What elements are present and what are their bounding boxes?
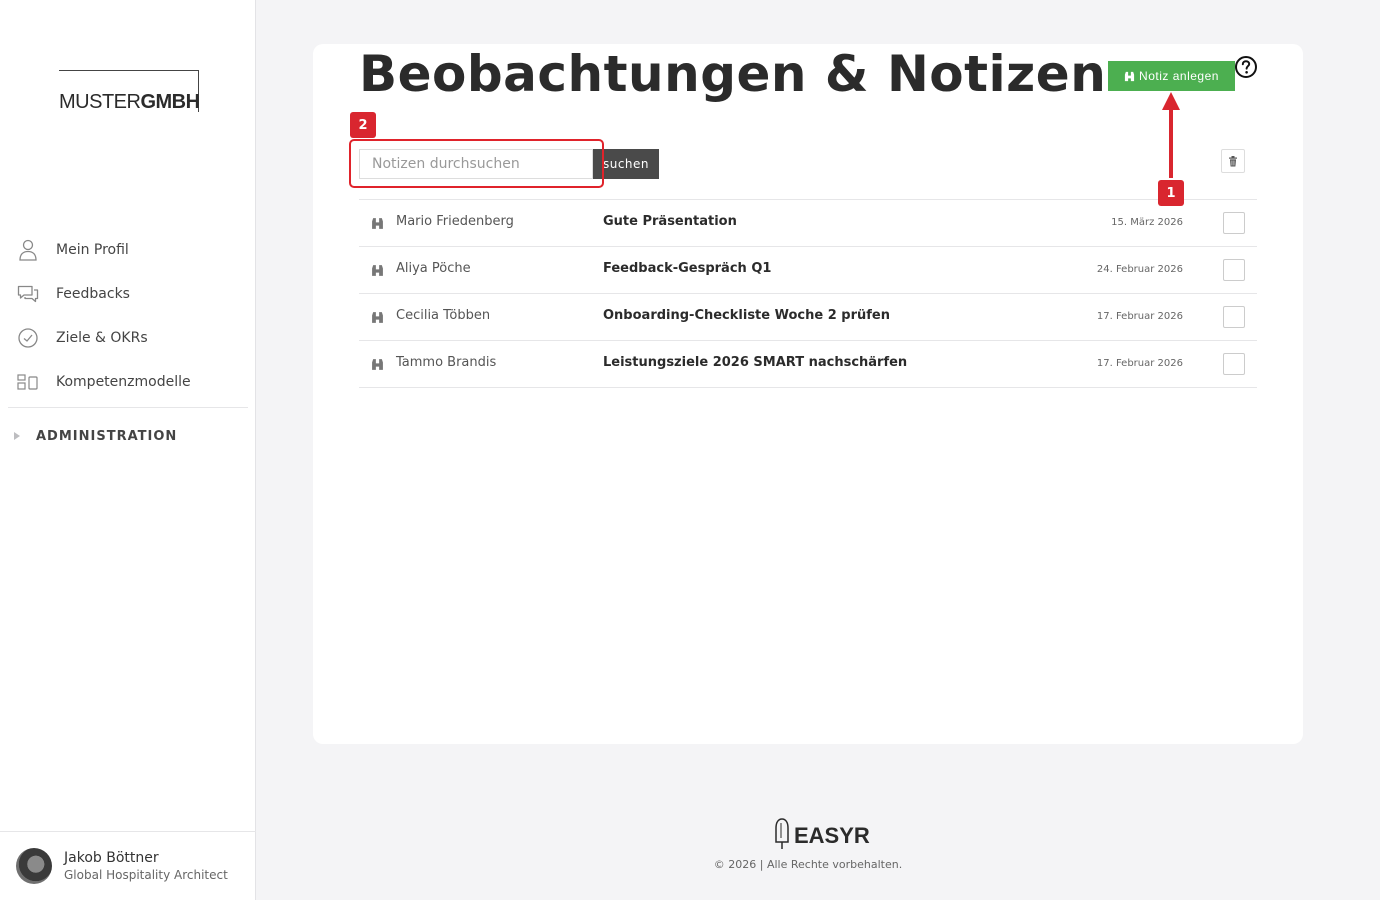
sidebar-item-mein-profil[interactable]: Mein Profil: [0, 228, 256, 272]
binoculars-icon: [371, 356, 384, 375]
sidebar-item-administration[interactable]: ADMINISTRATION: [0, 408, 256, 464]
binoculars-icon: [1124, 71, 1135, 82]
sidebar: MUSTERGMBH Mein Profil Feedbacks Ziele &…: [0, 0, 256, 900]
note-date: 17. Februar 2026: [1096, 311, 1183, 322]
new-note-button[interactable]: Notiz anlegen: [1108, 61, 1235, 91]
check-circle-icon: [17, 327, 39, 349]
row-checkbox[interactable]: [1223, 306, 1245, 328]
binoculars-icon: [371, 262, 384, 281]
sidebar-item-ziele-okrs[interactable]: Ziele & OKRs: [0, 316, 256, 360]
note-date: 17. Februar 2026: [1096, 358, 1183, 369]
note-subject: Leistungsziele 2026 SMART nachschärfen: [603, 355, 908, 370]
list-item[interactable]: Aliya Pöche Feedback-Gespräch Q1 24. Feb…: [359, 247, 1257, 294]
row-checkbox[interactable]: [1223, 212, 1245, 234]
list-item[interactable]: Mario Friedenberg Gute Präsentation 15. …: [359, 200, 1257, 247]
list-item[interactable]: Cecilia Többen Onboarding-Checkliste Woc…: [359, 294, 1257, 341]
sidebar-item-label: Mein Profil: [56, 242, 129, 258]
administration-label: ADMINISTRATION: [36, 428, 178, 444]
note-subject: Gute Präsentation: [603, 214, 737, 229]
sidebar-item-feedbacks[interactable]: Feedbacks: [0, 272, 256, 316]
logo-text-gmbh: GMBH: [140, 91, 200, 113]
new-note-label: Notiz anlegen: [1139, 69, 1219, 83]
footer-logo: EASYR: [772, 818, 870, 854]
help-icon[interactable]: [1234, 55, 1258, 79]
note-subject: Onboarding-Checkliste Woche 2 prüfen: [603, 308, 890, 323]
annotation-badge-2: 2: [350, 112, 376, 138]
trash-icon[interactable]: [1221, 149, 1245, 173]
annotation-badge-1: 1: [1158, 180, 1184, 206]
row-checkbox[interactable]: [1223, 353, 1245, 375]
note-date: 24. Februar 2026: [1096, 264, 1183, 275]
blocks-icon: [17, 371, 39, 393]
note-person: Aliya Pöche: [396, 261, 471, 276]
user-icon: [17, 239, 39, 261]
annotation-highlight-box: [349, 139, 604, 188]
sidebar-item-kompetenzmodelle[interactable]: Kompetenzmodelle: [0, 360, 256, 404]
note-person: Mario Friedenberg: [396, 214, 514, 229]
triangle-right-icon: [14, 432, 20, 440]
binoculars-icon: [371, 309, 384, 328]
note-person: Cecilia Többen: [396, 308, 491, 323]
sidebar-nav: Mein Profil Feedbacks Ziele & OKRs Kompe…: [0, 228, 256, 464]
company-logo[interactable]: MUSTERGMBH: [59, 70, 200, 113]
ice-pop-icon: [772, 818, 792, 854]
sidebar-item-label: Ziele & OKRs: [56, 330, 148, 346]
footer-copyright: © 2026 | Alle Rechte vorbehalten.: [713, 858, 903, 871]
list-item[interactable]: Tammo Brandis Leistungsziele 2026 SMART …: [359, 341, 1257, 388]
annotation-arrow: [1162, 92, 1180, 178]
note-person: Tammo Brandis: [396, 355, 497, 370]
row-checkbox[interactable]: [1223, 259, 1245, 281]
logo-text-muster: MUSTER: [59, 91, 141, 113]
footer-brand: EASYR: [794, 823, 870, 848]
note-date: 15. März 2026: [1111, 217, 1183, 228]
chat-icon: [17, 283, 39, 305]
sidebar-item-label: Kompetenzmodelle: [56, 374, 191, 390]
sidebar-item-label: Feedbacks: [56, 286, 130, 302]
notes-list: Mario Friedenberg Gute Präsentation 15. …: [359, 199, 1257, 388]
note-subject: Feedback-Gespräch Q1: [603, 261, 772, 276]
page-title: Beobachtungen & Notizen: [359, 45, 1107, 103]
binoculars-icon: [371, 215, 384, 234]
